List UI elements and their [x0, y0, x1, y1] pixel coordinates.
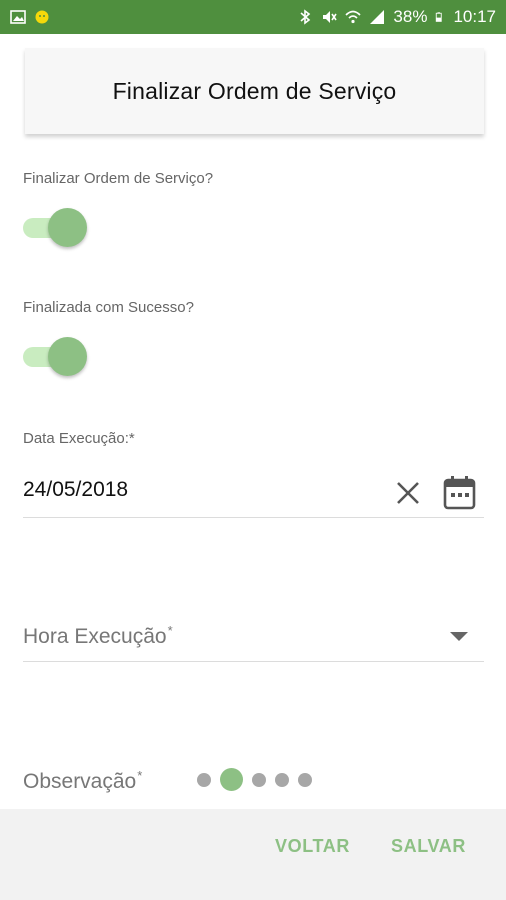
battery-icon [436, 12, 443, 22]
loading-indicator [197, 768, 312, 791]
hora-execucao-select[interactable]: Hora Execução* [23, 623, 173, 649]
hora-execucao-underline [23, 661, 484, 662]
image-icon [10, 10, 26, 24]
hora-execucao-label: Hora Execução [23, 625, 167, 648]
switch-thumb [48, 337, 87, 376]
sucesso-switch[interactable] [23, 337, 87, 377]
bluetooth-icon [300, 9, 311, 25]
observacao-field[interactable]: Observação* [23, 768, 142, 794]
wifi-icon [345, 10, 361, 24]
sucesso-label: Finalizada com Sucesso? [23, 299, 194, 316]
close-icon [397, 482, 419, 504]
loading-dot [298, 772, 312, 787]
finalizar-label: Finalizar Ordem de Serviço? [23, 170, 214, 187]
clear-date-button[interactable] [391, 476, 425, 510]
loading-dot [220, 768, 243, 791]
loading-dot [275, 772, 289, 787]
data-execucao-label: Data Execução:* [23, 430, 135, 447]
mute-icon [323, 11, 338, 23]
save-button[interactable]: SALVAR [391, 836, 466, 857]
data-execucao-input[interactable]: 24/05/2018 [23, 478, 128, 502]
page-title: Finalizar Ordem de Serviço [112, 77, 397, 104]
dropdown-arrow-icon[interactable] [450, 632, 468, 641]
observacao-label: Observação [23, 770, 137, 793]
switch-thumb [48, 208, 87, 247]
loading-dot [197, 772, 211, 787]
battery-percent: 38% [393, 7, 428, 26]
status-bar: 38% 10:17 [0, 0, 506, 34]
calendar-icon [443, 475, 475, 509]
back-button[interactable]: VOLTAR [275, 836, 350, 857]
clock: 10:17 [453, 7, 496, 26]
android-icon [35, 10, 49, 24]
loading-dot [252, 772, 266, 787]
signal-icon [370, 10, 385, 24]
data-execucao-underline [23, 517, 484, 518]
title-card: Finalizar Ordem de Serviço [25, 48, 484, 134]
open-calendar-button[interactable] [440, 473, 478, 511]
required-mark: * [137, 768, 143, 783]
finalizar-switch[interactable] [23, 208, 87, 248]
required-mark: * [167, 623, 173, 638]
